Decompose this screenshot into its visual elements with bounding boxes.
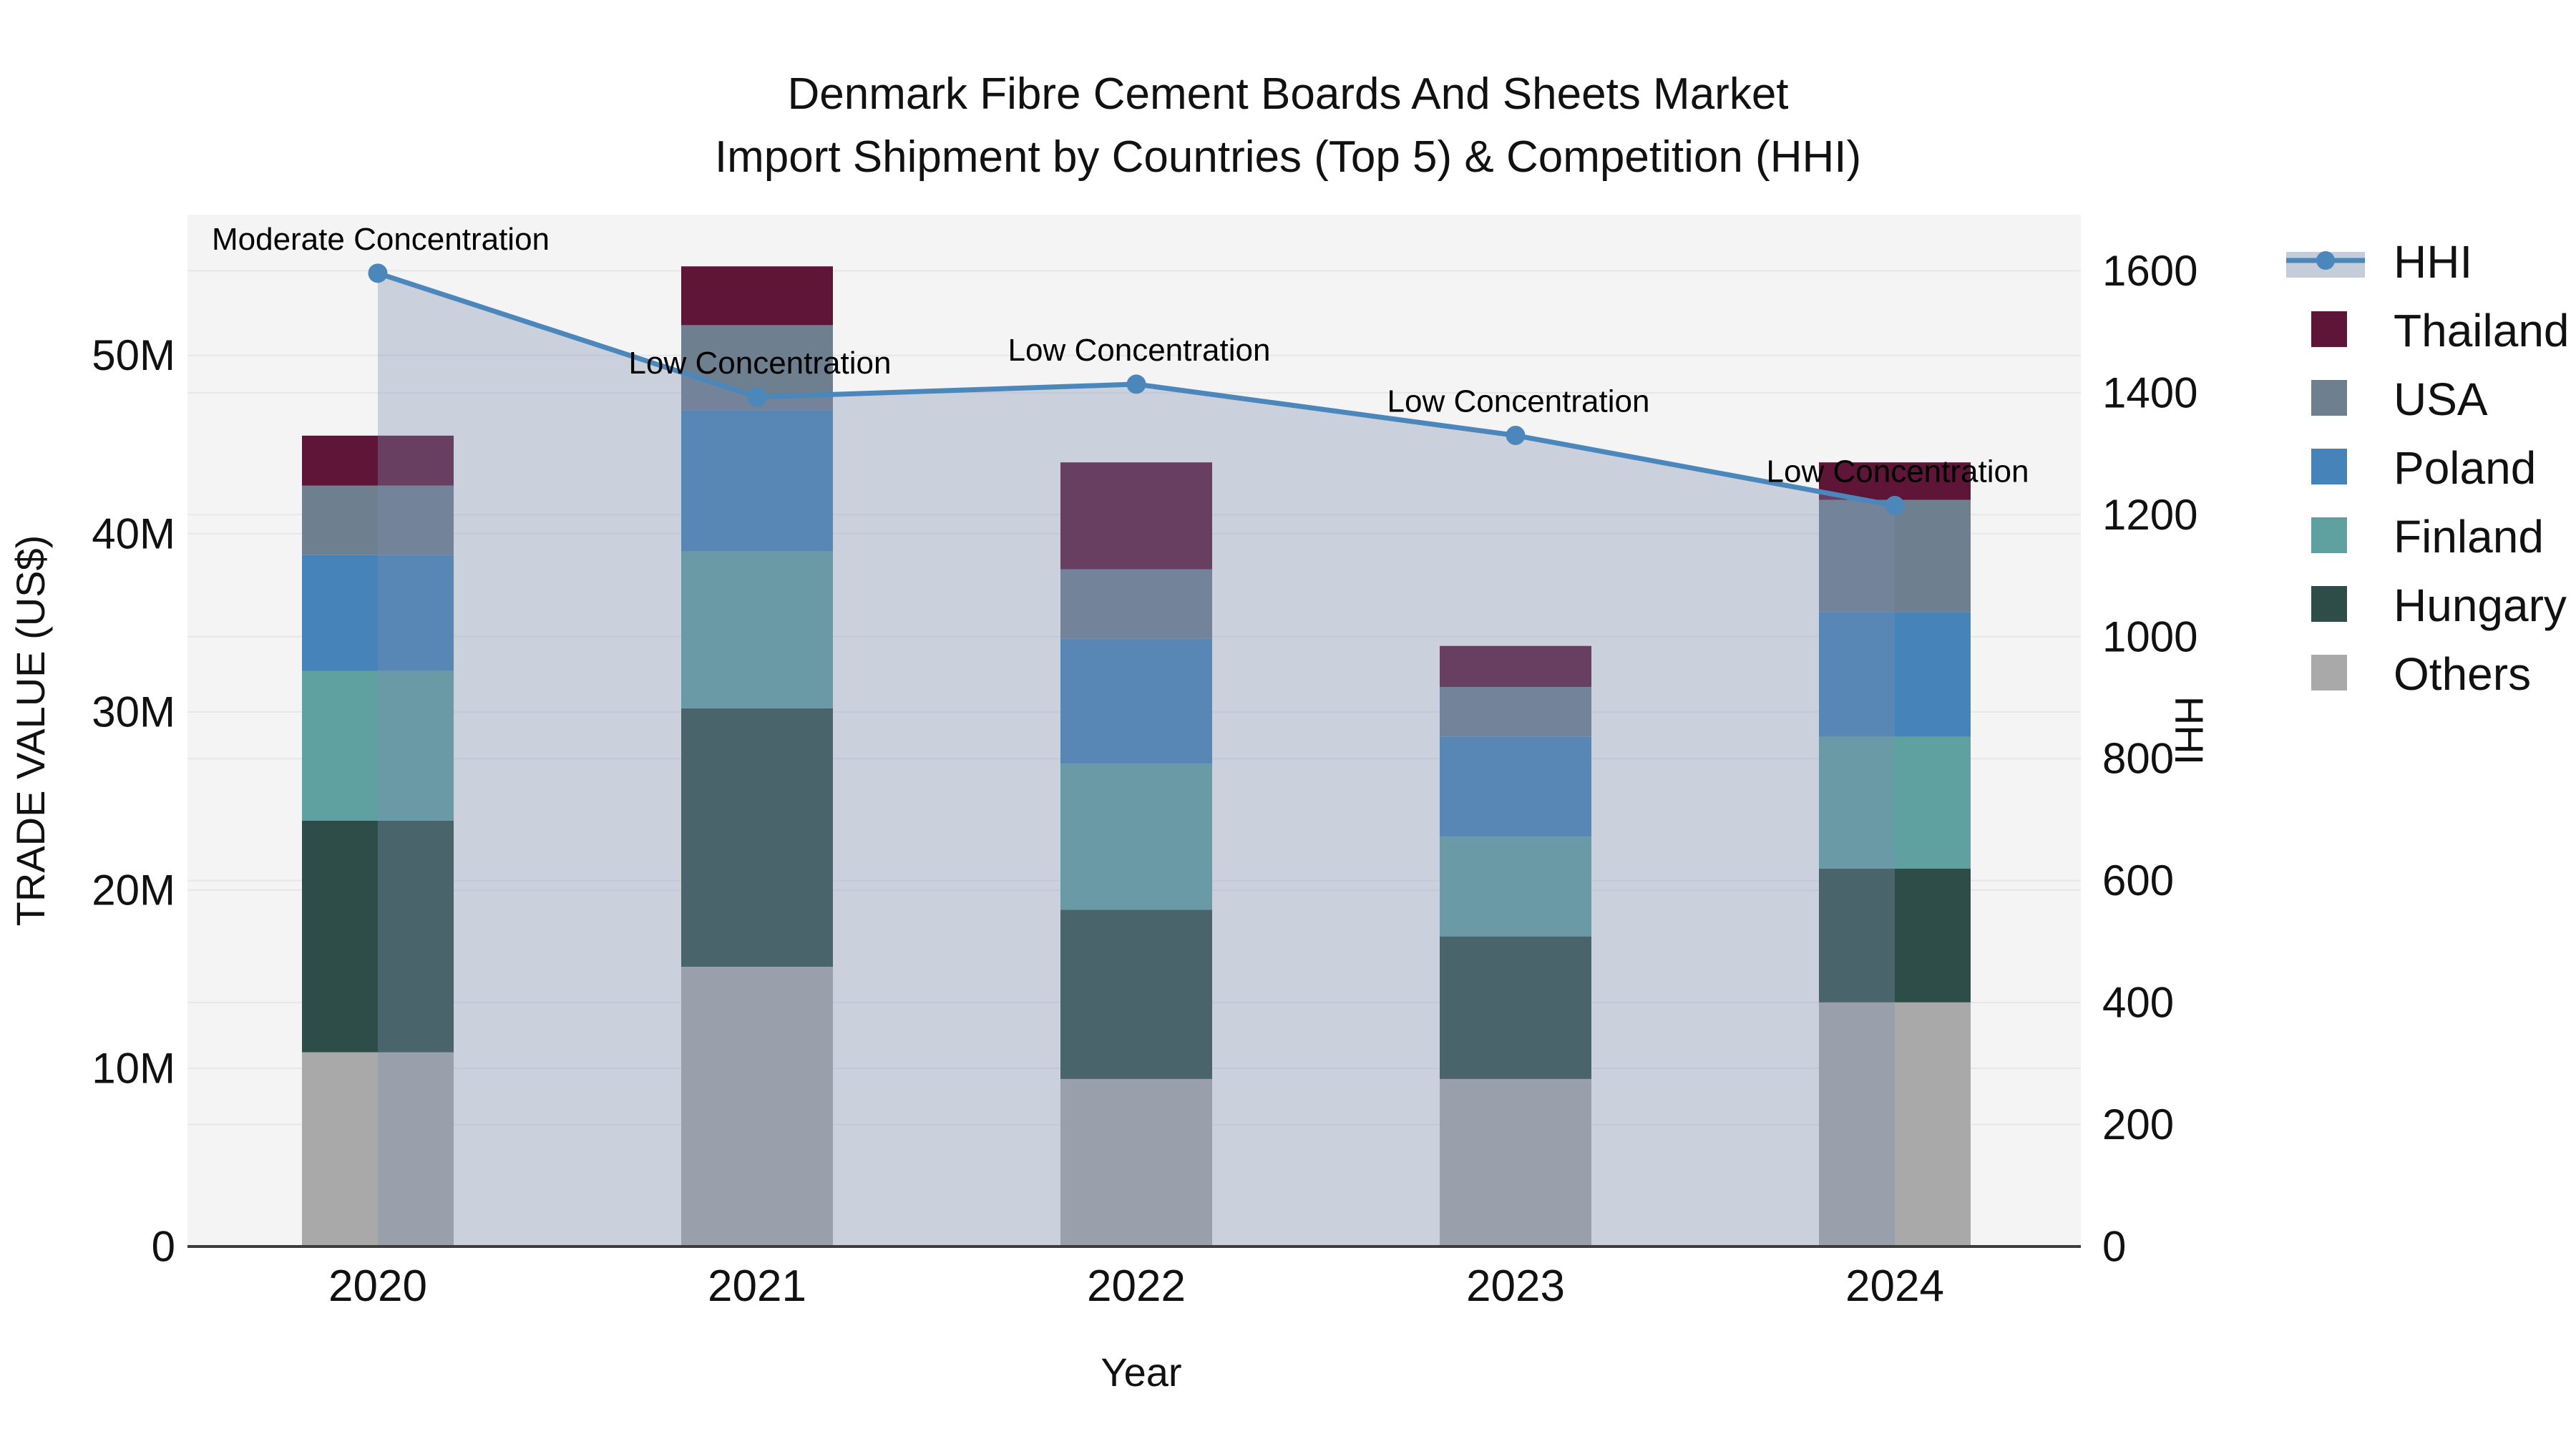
hhi-marker-2023[interactable]: [1506, 426, 1526, 446]
y-right-axis-title: HHI: [2167, 696, 2212, 765]
x-tick-2023: 2023: [1466, 1262, 1565, 1311]
legend-label-others: Others: [2394, 648, 2531, 700]
legend-item-thailand[interactable]: Thailand: [2311, 305, 2570, 356]
x-tick-2024: 2024: [1845, 1262, 1944, 1311]
y-right-tick-1000: 1000: [2102, 613, 2197, 660]
y-right-tick-800: 800: [2102, 735, 2174, 783]
x-tick-2020: 2020: [328, 1262, 427, 1311]
legend-swatch-thailand: [2311, 311, 2347, 347]
x-axis-title: Year: [1101, 1350, 1181, 1395]
x-tick-2021: 2021: [708, 1262, 806, 1311]
y-left-tick-10M: 10M: [92, 1044, 175, 1092]
y-left-tick-0: 0: [152, 1223, 175, 1271]
legend-swatch-hungary: [2311, 586, 2347, 622]
legend-swatch-finland: [2311, 517, 2347, 553]
hhi-marker-2022[interactable]: [1126, 374, 1146, 394]
legend-item-finland[interactable]: Finland: [2311, 511, 2544, 562]
hhi-marker-2024[interactable]: [1885, 496, 1905, 516]
y-left-tick-20M: 20M: [92, 866, 175, 914]
chart-canvas: 0 10M 20M 30M 40M 50M 0 200 400 600 800 1000 1200 140…: [8, 69, 2570, 1395]
y-left-tick-50M: 50M: [92, 331, 175, 379]
y-right-tick-600: 600: [2102, 857, 2174, 904]
legend-label-hungary: Hungary: [2394, 580, 2567, 631]
legend-hhi-marker: [2316, 251, 2335, 270]
legend-item-hungary[interactable]: Hungary: [2311, 580, 2567, 631]
legend-swatch-usa: [2311, 380, 2347, 416]
y-right-tick-200: 200: [2102, 1101, 2174, 1148]
y-right-tick-1200: 1200: [2102, 491, 2197, 539]
legend-item-poland[interactable]: Poland: [2311, 442, 2536, 494]
hhi-marker-2020[interactable]: [368, 263, 388, 283]
legend-item-usa[interactable]: USA: [2311, 374, 2488, 425]
legend-item-others[interactable]: Others: [2311, 648, 2531, 700]
y-right-tick-400: 400: [2102, 979, 2174, 1027]
legend-label-usa: USA: [2394, 374, 2488, 425]
legend-swatch-poland: [2311, 449, 2347, 484]
annotation-2023: Low Concentration: [1387, 384, 1650, 419]
legend-label-hhi: HHI: [2394, 236, 2472, 288]
annotation-2022: Low Concentration: [1008, 333, 1271, 368]
legend-label-finland: Finland: [2394, 511, 2544, 562]
legend-label-thailand: Thailand: [2394, 305, 2570, 356]
legend-label-poland: Poland: [2394, 442, 2536, 494]
chart-figure: 0 10M 20M 30M 40M 50M 0 200 400 600 800 1000 1200 140…: [0, 0, 2576, 1449]
annotation-2021: Low Concentration: [629, 346, 892, 381]
x-tick-2022: 2022: [1087, 1262, 1186, 1311]
annotation-2024: Low Concentration: [1767, 454, 2029, 489]
y-right-tick-0: 0: [2102, 1223, 2126, 1271]
chart-title-line2: Import Shipment by Countries (Top 5) & C…: [715, 132, 1861, 182]
annotation-2020: Moderate Concentration: [212, 222, 550, 257]
y-right-tick-1600: 1600: [2102, 247, 2197, 295]
hhi-marker-2021[interactable]: [747, 387, 767, 407]
y-left-axis-title: TRADE VALUE (US$): [8, 535, 53, 927]
y-left-tick-40M: 40M: [92, 509, 175, 557]
legend-item-hhi[interactable]: HHI: [2286, 236, 2472, 288]
legend-swatch-others: [2311, 655, 2347, 691]
y-left-tick-30M: 30M: [92, 688, 175, 736]
y-right-tick-1400: 1400: [2102, 369, 2197, 416]
bar-segment-thailand-2021[interactable]: [681, 266, 833, 326]
chart-title-line1: Denmark Fibre Cement Boards And Sheets M…: [787, 69, 1788, 119]
